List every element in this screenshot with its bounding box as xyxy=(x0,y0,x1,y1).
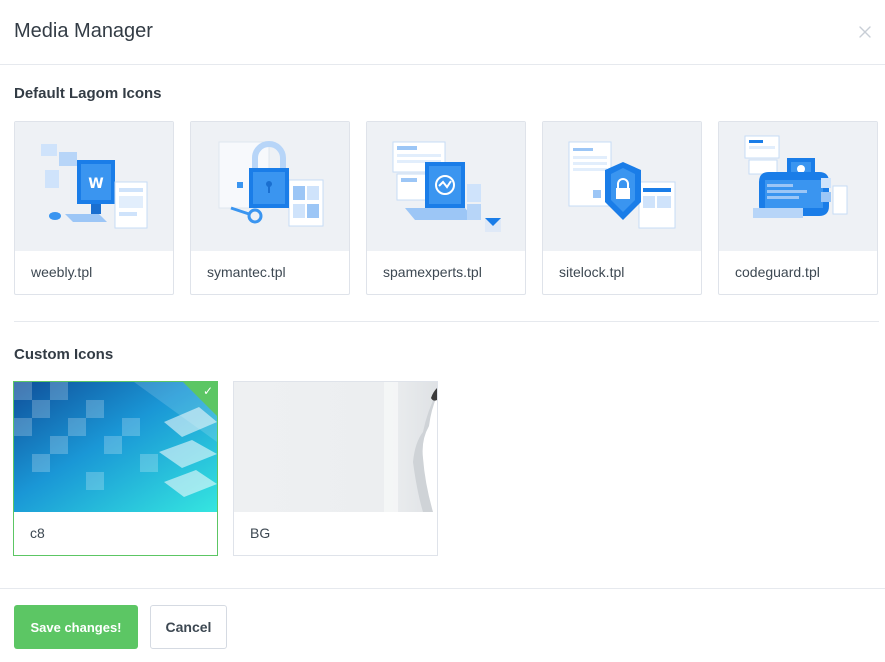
modal-header: Media Manager xyxy=(0,0,885,65)
svg-text:W: W xyxy=(88,176,103,192)
media-card-label: c8 xyxy=(30,525,45,541)
media-card-spamexperts[interactable]: spamexperts.tpl xyxy=(366,121,526,295)
codeguard-illustration-icon xyxy=(719,122,877,251)
weebly-illustration-icon: W xyxy=(15,122,173,251)
sitelock-shield-illustration-icon xyxy=(543,122,701,251)
media-card-sitelock[interactable]: sitelock.tpl xyxy=(542,121,702,295)
media-card-label: BG xyxy=(250,525,271,541)
media-card-codeguard[interactable]: codeguard.tpl xyxy=(718,121,878,295)
media-card-weebly[interactable]: W weebly.tpl xyxy=(14,121,174,295)
modal-title: Media Manager xyxy=(14,20,153,42)
save-button[interactable]: Save changes! xyxy=(14,605,138,649)
media-card-label: symantec.tpl xyxy=(207,264,286,280)
spamexperts-laptop-illustration-icon xyxy=(367,122,525,251)
cancel-button[interactable]: Cancel xyxy=(150,605,227,649)
section-divider xyxy=(14,321,879,322)
footer-divider xyxy=(0,588,885,589)
media-card-label: weebly.tpl xyxy=(31,264,93,280)
media-card-label: codeguard.tpl xyxy=(735,264,820,280)
media-card-c8[interactable]: ✓ c8 xyxy=(13,381,218,556)
media-card-label: spamexperts.tpl xyxy=(383,264,482,280)
symantec-lock-illustration-icon xyxy=(191,122,349,251)
media-card-label: sitelock.tpl xyxy=(559,264,625,280)
close-icon[interactable] xyxy=(857,24,873,40)
checkmark-icon: ✓ xyxy=(202,384,213,398)
default-icons-heading: Default Lagom Icons xyxy=(14,85,162,102)
media-card-bg[interactable]: BG xyxy=(233,381,438,556)
bg-image-thumbnail xyxy=(234,382,437,512)
media-card-symantec[interactable]: symantec.tpl xyxy=(190,121,350,295)
custom-icons-heading: Custom Icons xyxy=(14,346,114,363)
